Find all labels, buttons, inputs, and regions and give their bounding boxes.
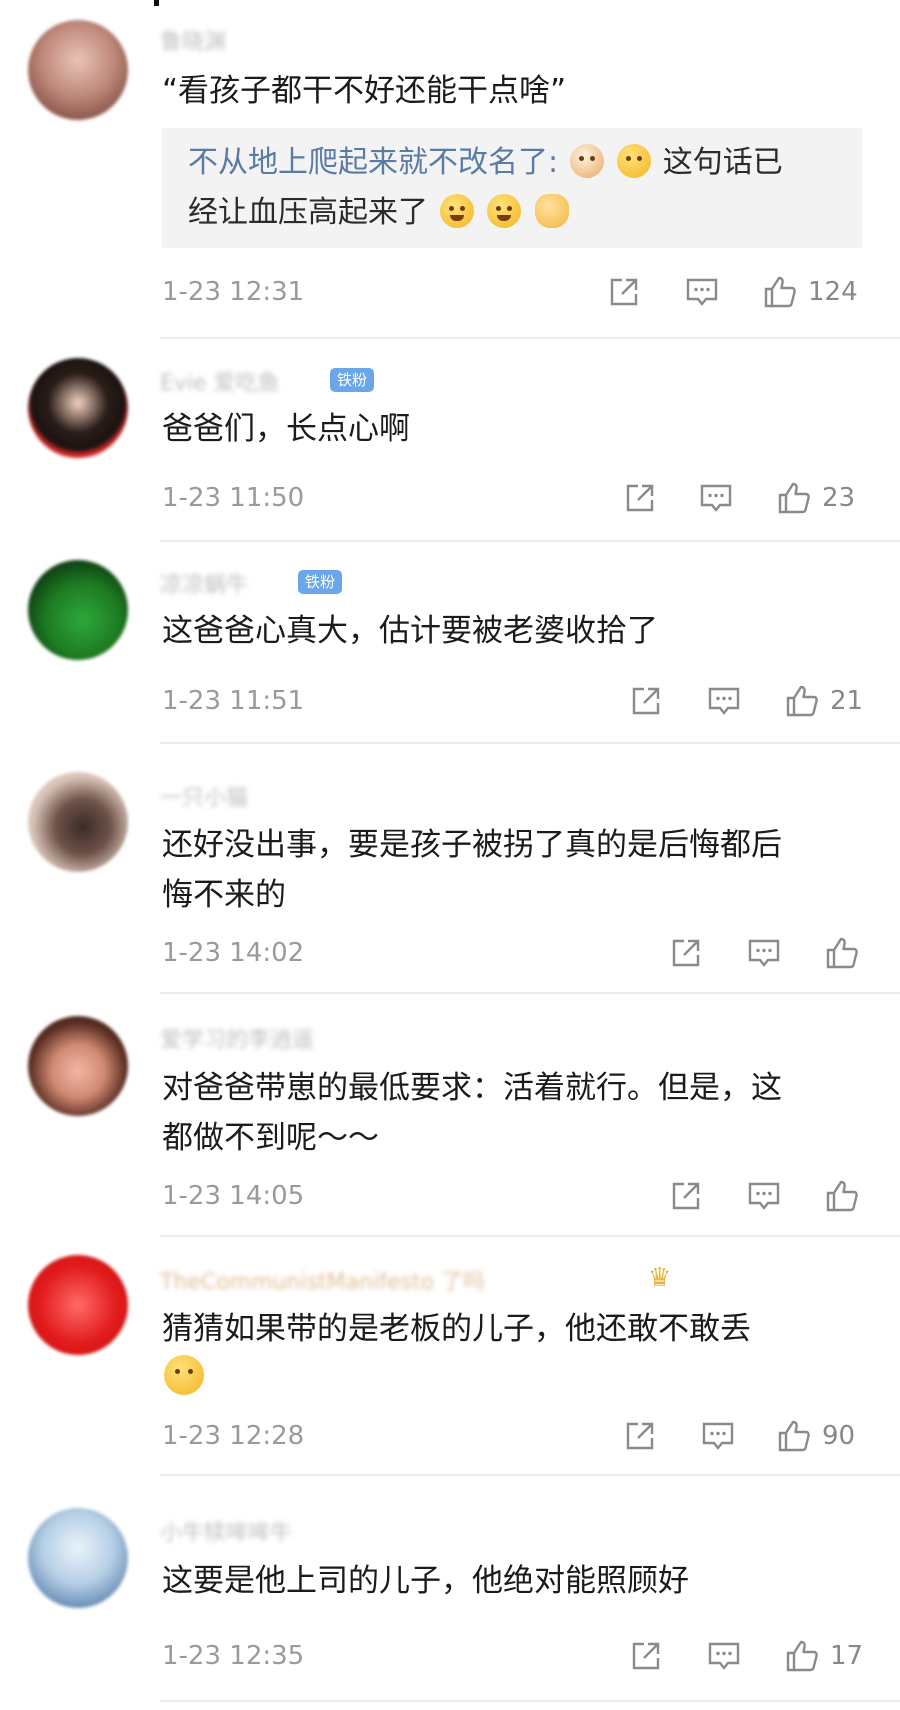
avatar[interactable] <box>28 560 128 660</box>
share-icon[interactable] <box>628 683 664 719</box>
thumbs-up-icon[interactable] <box>776 480 812 516</box>
like-count: 17 <box>830 1641 864 1671</box>
reply-text: 这句话已 <box>662 145 783 180</box>
like-count: 90 <box>822 1421 856 1451</box>
avatar[interactable] <box>28 358 128 458</box>
comment-text-line: 都做不到呢～～ <box>162 1120 379 1156</box>
shy-face-emoji-icon <box>617 144 652 178</box>
comment-text: 还好没出事，要是孩子被拐了真的是后悔都后 悔不来的 <box>162 820 882 920</box>
rofl-emoji-icon <box>487 194 522 228</box>
shush-face-emoji-icon <box>164 1355 204 1395</box>
comment-text-line: 对爸爸带崽的最低要求：活着就行。但是，这 <box>162 1070 782 1106</box>
comment-meta: 1-23 11:50 23 <box>0 478 900 518</box>
share-icon[interactable] <box>622 1418 658 1454</box>
username[interactable]: Evie 爱吃鱼 <box>160 365 280 396</box>
divider <box>160 992 900 994</box>
comment-text: 猜猜如果带的是老板的儿子，他还敢不敢丢 <box>162 1304 882 1404</box>
fan-badge: 铁粉 <box>298 570 343 594</box>
laugh-cry-emoji-icon <box>439 194 474 228</box>
share-icon[interactable] <box>668 935 704 971</box>
thumbs-up-icon[interactable] <box>824 1178 860 1214</box>
comment-text-line: 还好没出事，要是孩子被拐了真的是后悔都后 <box>162 827 782 863</box>
comment-time: 1-23 14:02 <box>162 938 305 968</box>
comment-meta: 1-23 11:51 21 <box>0 681 900 721</box>
comment-meta: 1-23 12:28 90 <box>0 1416 900 1456</box>
comment-text: 爸爸们，长点心啊 <box>162 411 410 447</box>
comment-time: 1-23 11:50 <box>162 483 305 513</box>
avatar[interactable] <box>28 20 128 120</box>
comment-time: 1-23 12:31 <box>162 277 305 307</box>
share-icon[interactable] <box>622 480 658 516</box>
comment-meta: 1-23 12:35 17 <box>0 1636 900 1676</box>
thumbs-up-icon[interactable] <box>824 935 860 971</box>
comment-icon[interactable] <box>700 1418 736 1454</box>
reply-text: 经让血压高起来了 <box>188 195 428 230</box>
comment-text: 对爸爸带崽的最低要求：活着就行。但是，这 都做不到呢～～ <box>162 1063 882 1163</box>
divider <box>160 742 900 744</box>
comment-time: 1-23 14:05 <box>162 1181 305 1211</box>
comment-text: 这爸爸心真大，估计要被老婆收拾了 <box>162 613 658 649</box>
comment-icon[interactable] <box>706 1638 742 1674</box>
divider <box>160 540 900 542</box>
comment-icon[interactable] <box>706 683 742 719</box>
comment-meta: 1-23 14:05 <box>0 1176 900 1216</box>
reply-username[interactable]: 不从地上爬起来就不改名了: <box>188 145 558 180</box>
divider <box>160 1700 900 1702</box>
username[interactable]: 爱学习的李逍遥 <box>160 1022 314 1053</box>
share-icon[interactable] <box>628 1638 664 1674</box>
avatar[interactable] <box>28 1016 128 1116</box>
username[interactable]: 鲁晓渊 <box>160 24 226 55</box>
comment-time: 1-23 12:35 <box>162 1641 305 1671</box>
comment-icon[interactable] <box>698 480 734 516</box>
reply-preview[interactable]: 不从地上爬起来就不改名了: 这句话已 经让血压高起来了 <box>162 128 862 248</box>
thumbs-up-icon[interactable] <box>762 274 798 310</box>
comment-meta: 1-23 14:02 <box>0 933 900 973</box>
username[interactable]: 小牛犊哞哞牛 <box>160 1515 292 1546</box>
scroll-edge-mark <box>154 0 159 6</box>
share-icon[interactable] <box>668 1178 704 1214</box>
avatar[interactable] <box>28 1255 128 1355</box>
comment-icon[interactable] <box>746 935 782 971</box>
like-count: 23 <box>822 483 856 513</box>
comment-text: “看孩子都干不好还能干点啥” <box>162 73 567 109</box>
thumbs-up-icon[interactable] <box>784 683 820 719</box>
divider <box>160 1474 900 1476</box>
divider <box>160 1235 900 1237</box>
comment-meta: 1-23 12:31 124 <box>0 272 900 312</box>
comment-text-line: 悔不来的 <box>162 877 286 913</box>
comment-text: 这要是他上司的儿子，他绝对能照顾好 <box>162 1563 689 1599</box>
crown-icon: ♛ <box>648 1263 672 1293</box>
comment-icon[interactable] <box>746 1178 782 1214</box>
like-count: 21 <box>830 686 864 716</box>
ok-hand-emoji-icon <box>534 194 569 228</box>
username[interactable]: 凉凉蜗牛 <box>160 567 248 598</box>
comment-time: 1-23 11:51 <box>162 686 305 716</box>
avatar[interactable] <box>28 1508 128 1608</box>
thumbs-up-icon[interactable] <box>776 1418 812 1454</box>
comment-icon[interactable] <box>684 274 720 310</box>
comment-time: 1-23 12:28 <box>162 1421 305 1451</box>
username[interactable]: TheCommunistManifesto 了吗 <box>160 1264 485 1295</box>
fan-badge: 铁粉 <box>330 368 375 392</box>
share-icon[interactable] <box>606 274 642 310</box>
avatar[interactable] <box>28 772 128 872</box>
divider <box>160 337 900 339</box>
cat-emoji-icon <box>569 144 604 178</box>
thumbs-up-icon[interactable] <box>784 1638 820 1674</box>
like-count: 124 <box>808 277 858 307</box>
comment-text-line: 猜猜如果带的是老板的儿子，他还敢不敢丢 <box>162 1311 751 1347</box>
username[interactable]: 一只小猫 <box>160 780 248 811</box>
